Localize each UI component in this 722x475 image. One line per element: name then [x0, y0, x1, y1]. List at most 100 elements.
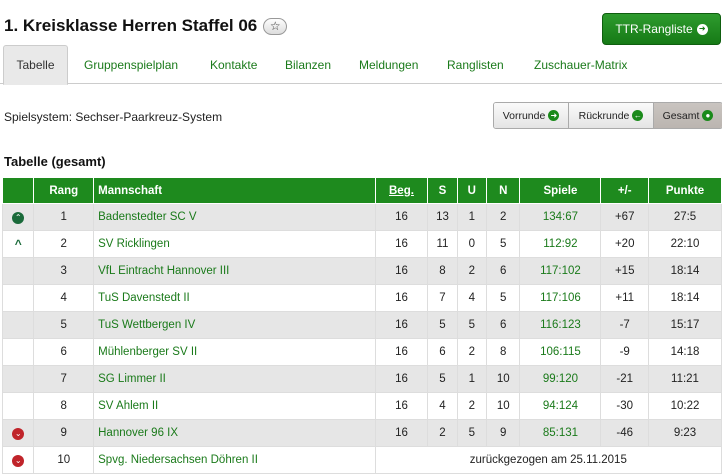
- tab-ranglisten[interactable]: Ranglisten: [447, 45, 504, 84]
- header-rang: Rang: [33, 177, 95, 204]
- spiele-link[interactable]: 112:92: [519, 230, 602, 258]
- row-u: 2: [456, 392, 488, 420]
- row-beg: 16: [374, 365, 429, 393]
- spiele-link[interactable]: 134:67: [519, 203, 602, 231]
- spiele-link[interactable]: 117:102: [519, 257, 602, 285]
- row-diff: -30: [600, 392, 650, 420]
- tab-kontakte[interactable]: Kontakte: [210, 45, 257, 84]
- header-mannschaft: Mannschaft: [93, 177, 376, 204]
- team-link[interactable]: SV Ricklingen: [93, 230, 376, 258]
- gesamt-button[interactable]: Gesamt ●: [654, 103, 722, 128]
- row-marker: ⌃: [1, 203, 35, 231]
- team-link[interactable]: Hannover 96 IX: [93, 419, 376, 447]
- team-link[interactable]: Spvg. Niedersachsen Döhren II: [93, 446, 376, 474]
- row-marker: [1, 257, 35, 285]
- row-n: 6: [486, 311, 521, 339]
- star-icon[interactable]: ☆: [263, 17, 288, 35]
- team-link[interactable]: TuS Wettbergen IV: [93, 311, 376, 339]
- row-beg: 16: [374, 311, 429, 339]
- row-n: 10: [486, 365, 521, 393]
- row-punkte: 10:22: [648, 392, 722, 420]
- row-s: 13: [427, 203, 458, 231]
- row-beg: 16: [374, 284, 429, 312]
- row-diff: +67: [600, 203, 650, 231]
- row-s: 8: [427, 257, 458, 285]
- row-n: 8: [486, 338, 521, 366]
- ttr-rangliste-button[interactable]: TTR-Rangliste ➜: [602, 13, 721, 45]
- header-beg[interactable]: Beg.: [374, 177, 429, 204]
- row-rang: 6: [33, 338, 95, 366]
- row-diff: +20: [600, 230, 650, 258]
- team-link[interactable]: SV Ahlem II: [93, 392, 376, 420]
- header-punkte: Punkte: [648, 177, 722, 204]
- row-marker: [1, 392, 35, 420]
- promotion-icon: ⌃: [12, 211, 25, 224]
- row-beg: 16: [374, 203, 429, 231]
- table-row: ^ 2 SV Ricklingen 16 11 0 5 112:92 +20 22:10: [1, 230, 722, 258]
- spiele-link[interactable]: 99:120: [519, 365, 602, 393]
- spiele-link[interactable]: 106:115: [519, 338, 602, 366]
- row-rang: 7: [33, 365, 95, 393]
- row-punkte: 14:18: [648, 338, 722, 366]
- tab-zuschauer-matrix[interactable]: Zuschauer-Matrix: [534, 45, 627, 84]
- header-s: S: [427, 177, 458, 204]
- ttr-rangliste-label: TTR-Rangliste: [615, 22, 693, 36]
- tab-meldungen[interactable]: Meldungen: [359, 45, 418, 84]
- spiele-link[interactable]: 94:124: [519, 392, 602, 420]
- row-rang: 2: [33, 230, 95, 258]
- relegation-icon: ⌄: [12, 427, 25, 440]
- row-diff: -21: [600, 365, 650, 393]
- team-link[interactable]: Badenstedter SC V: [93, 203, 376, 231]
- row-marker: [1, 365, 35, 393]
- row-s: 11: [427, 230, 458, 258]
- header-spiele: Spiele: [519, 177, 602, 204]
- row-punkte: 27:5: [648, 203, 722, 231]
- header-marker: [1, 177, 35, 204]
- row-rang: 8: [33, 392, 95, 420]
- relegation-icon: ⌄: [12, 454, 25, 467]
- row-n: 5: [486, 284, 521, 312]
- round-selector: Vorrunde ➜ Rückrunde ← Gesamt ●: [493, 102, 722, 129]
- row-marker: [1, 311, 35, 339]
- row-u: 1: [456, 203, 488, 231]
- row-s: 5: [427, 365, 458, 393]
- spielsystem-label: Spielsystem: Sechser-Paarkreuz-System: [4, 110, 223, 124]
- row-punkte: 22:10: [648, 230, 722, 258]
- arrow-right-circle-icon: ➜: [548, 110, 560, 121]
- header-u: U: [456, 177, 488, 204]
- arrow-right-circle-icon: ➜: [696, 23, 708, 35]
- vorrunde-button[interactable]: Vorrunde ➜: [494, 103, 569, 128]
- team-link[interactable]: TuS Davenstedt II: [93, 284, 376, 312]
- row-marker: ^: [1, 230, 35, 258]
- spiele-link[interactable]: 116:123: [519, 311, 602, 339]
- team-link[interactable]: SG Limmer II: [93, 365, 376, 393]
- table-row-withdrawn: ⌄ 10 Spvg. Niedersachsen Döhren II zurückge…: [1, 446, 722, 474]
- row-diff: -46: [600, 419, 650, 447]
- row-diff: -7: [600, 311, 650, 339]
- row-rang: 10: [33, 446, 95, 474]
- tab-gruppenspielplan[interactable]: Gruppenspielplan: [84, 45, 178, 84]
- row-beg: 16: [374, 419, 429, 447]
- row-s: 6: [427, 338, 458, 366]
- standings-table: Rang Mannschaft Beg. S U N Spiele +/- Pu…: [1, 177, 722, 474]
- tab-tabelle[interactable]: Tabelle: [3, 45, 68, 85]
- page-title-text: 1. Kreisklasse Herren Staffel 06: [4, 16, 258, 35]
- chevron-up-icon: ^: [14, 237, 22, 251]
- row-rang: 9: [33, 419, 95, 447]
- row-u: 0: [456, 230, 488, 258]
- team-link[interactable]: Mühlenberger SV II: [93, 338, 376, 366]
- table-row: 5 TuS Wettbergen IV 16 5 5 6 116:123 -7 15:17: [1, 311, 722, 339]
- row-n: 10: [486, 392, 521, 420]
- table-header-row: Rang Mannschaft Beg. S U N Spiele +/- Pu…: [1, 177, 722, 204]
- row-u: 2: [456, 257, 488, 285]
- spiele-link[interactable]: 117:106: [519, 284, 602, 312]
- row-beg: 16: [374, 257, 429, 285]
- rueckrunde-button[interactable]: Rückrunde ←: [569, 103, 654, 128]
- row-n: 6: [486, 257, 521, 285]
- row-beg: 16: [374, 392, 429, 420]
- tab-bilanzen[interactable]: Bilanzen: [285, 45, 331, 84]
- row-marker: [1, 284, 35, 312]
- team-link[interactable]: VfL Eintracht Hannover III: [93, 257, 376, 285]
- row-punkte: 11:21: [648, 365, 722, 393]
- spiele-link[interactable]: 85:131: [519, 419, 602, 447]
